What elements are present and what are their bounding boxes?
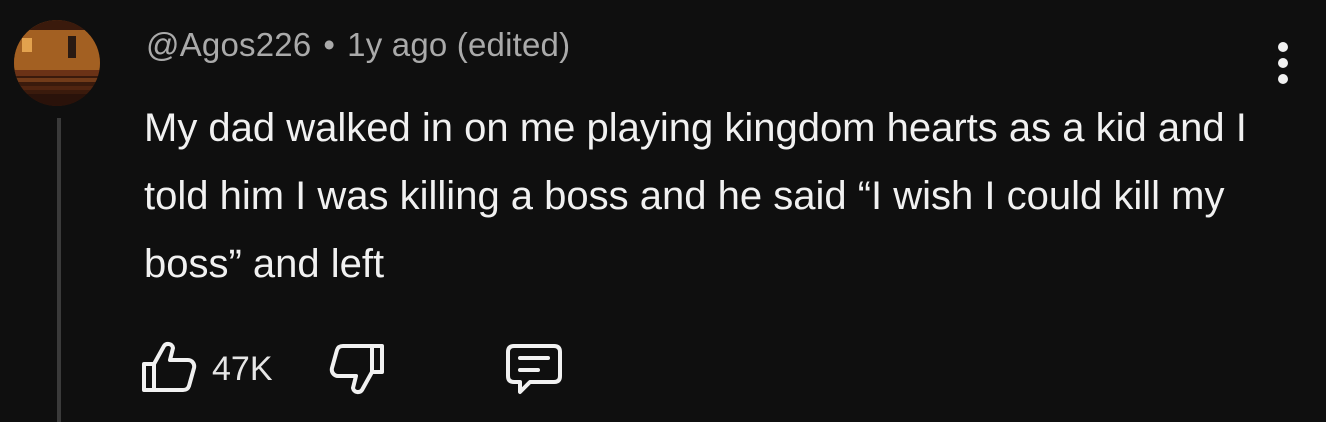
comment-meta: @Agos226 • 1y ago (edited) <box>146 26 570 64</box>
avatar[interactable] <box>14 20 100 106</box>
thumbs-up-icon <box>142 341 197 392</box>
more-options-button[interactable] <box>1268 38 1300 88</box>
reply-button[interactable] <box>504 340 564 396</box>
like-button[interactable] <box>138 340 198 396</box>
comment-text: My dad walked in on me playing kingdom h… <box>144 106 1247 286</box>
comment-icon <box>506 344 562 394</box>
thread-line <box>57 118 61 422</box>
thumbs-down-icon <box>329 344 384 395</box>
like-count: 47K <box>212 350 273 388</box>
meta-separator: • <box>323 26 336 63</box>
comment-timestamp: 1y ago (edited) <box>347 26 571 63</box>
dislike-button[interactable] <box>328 340 388 396</box>
author-handle[interactable]: @Agos226 <box>146 26 311 63</box>
more-vertical-icon <box>1278 42 1288 52</box>
